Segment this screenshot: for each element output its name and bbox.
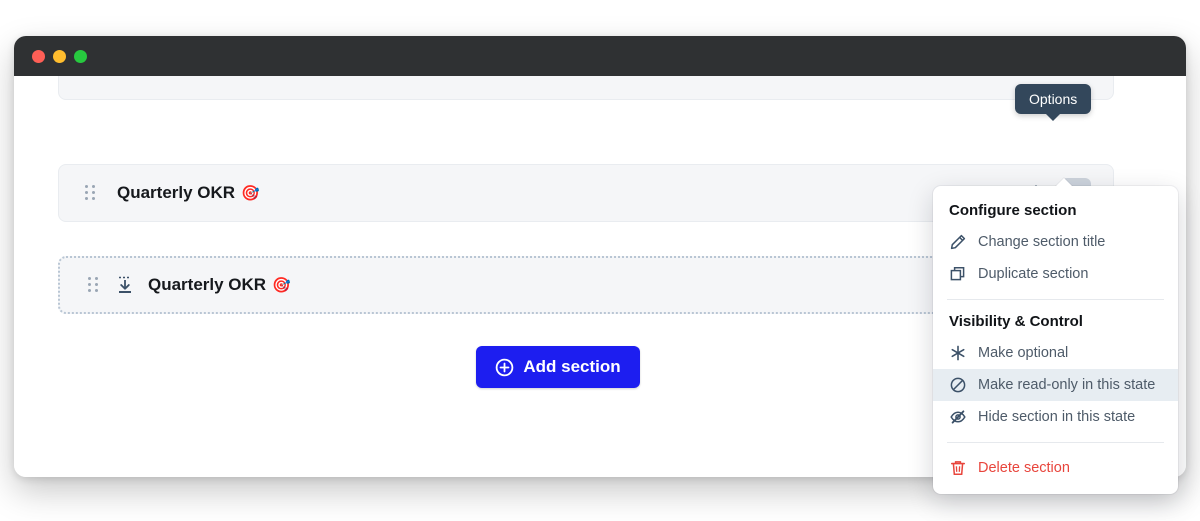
options-tooltip-text: Options <box>1029 91 1078 107</box>
plus-circle-icon <box>496 358 514 376</box>
menu-item-hide-section[interactable]: Hide section in this state <box>933 401 1178 433</box>
drag-handle-icon[interactable] <box>85 185 95 201</box>
menu-item-label: Change section title <box>978 234 1106 250</box>
dropzone-title-text: Quarterly OKR <box>148 275 267 294</box>
clipped-section-row[interactable]: Quarterly OKR <box>58 76 1114 100</box>
screenshot-stage: Quarterly OKR Quarterly OKR 🎯 <box>0 0 1200 521</box>
menu-item-make-read-only[interactable]: Make read-only in this state <box>933 369 1178 401</box>
options-tooltip: Options <box>1015 84 1092 114</box>
eye-off-svg <box>950 410 966 424</box>
section-options-menu: Configure section Change section title D… <box>933 186 1178 494</box>
dropzone-target-emoji-icon: 🎯 <box>272 277 291 294</box>
insert-below-svg <box>119 276 131 293</box>
target-emoji-icon: 🎯 <box>241 185 260 202</box>
menu-item-label: Make read-only in this state <box>978 377 1156 393</box>
prohibited-svg <box>950 377 966 393</box>
dropzone-title: Quarterly OKR 🎯 <box>148 275 291 295</box>
dropzone-drag-handle-icon[interactable] <box>88 277 98 293</box>
maximize-window-button[interactable] <box>74 49 87 63</box>
eye-off-icon <box>949 408 967 426</box>
asterisk-icon <box>949 344 967 362</box>
traffic-lights <box>32 49 87 63</box>
copy-icon <box>949 265 967 283</box>
menu-header-visibility: Visibility & Control <box>949 313 1083 330</box>
close-window-button[interactable] <box>32 49 45 63</box>
asterisk-svg <box>951 345 965 361</box>
copy-svg <box>950 267 965 281</box>
menu-item-delete-section[interactable]: Delete section <box>933 452 1178 484</box>
minimize-window-button[interactable] <box>53 49 66 63</box>
pencil-svg <box>950 234 966 250</box>
menu-divider <box>947 299 1164 300</box>
menu-item-label: Make optional <box>978 345 1069 361</box>
menu-item-duplicate-section[interactable]: Duplicate section <box>933 258 1178 290</box>
insert-below-icon <box>114 274 136 296</box>
menu-header-configure: Configure section <box>949 202 1077 219</box>
section-title-text: Quarterly OKR <box>117 183 236 202</box>
clipped-section-title: Quarterly OKR <box>117 76 235 77</box>
prohibited-icon <box>949 376 967 394</box>
add-section-label: Add section <box>523 357 621 376</box>
menu-divider <box>947 442 1164 443</box>
menu-item-label: Duplicate section <box>978 266 1089 282</box>
menu-item-label: Delete section <box>978 460 1070 476</box>
trash-icon <box>949 459 967 477</box>
window-titlebar <box>14 36 1186 76</box>
menu-item-change-section-title[interactable]: Change section title <box>933 226 1178 258</box>
menu-item-label: Hide section in this state <box>978 409 1136 425</box>
trash-svg <box>950 461 965 475</box>
section-title: Quarterly OKR 🎯 <box>117 183 260 203</box>
add-section-button[interactable]: Add section <box>476 346 640 388</box>
pencil-icon <box>949 233 967 251</box>
menu-item-make-optional[interactable]: Make optional <box>933 337 1178 369</box>
